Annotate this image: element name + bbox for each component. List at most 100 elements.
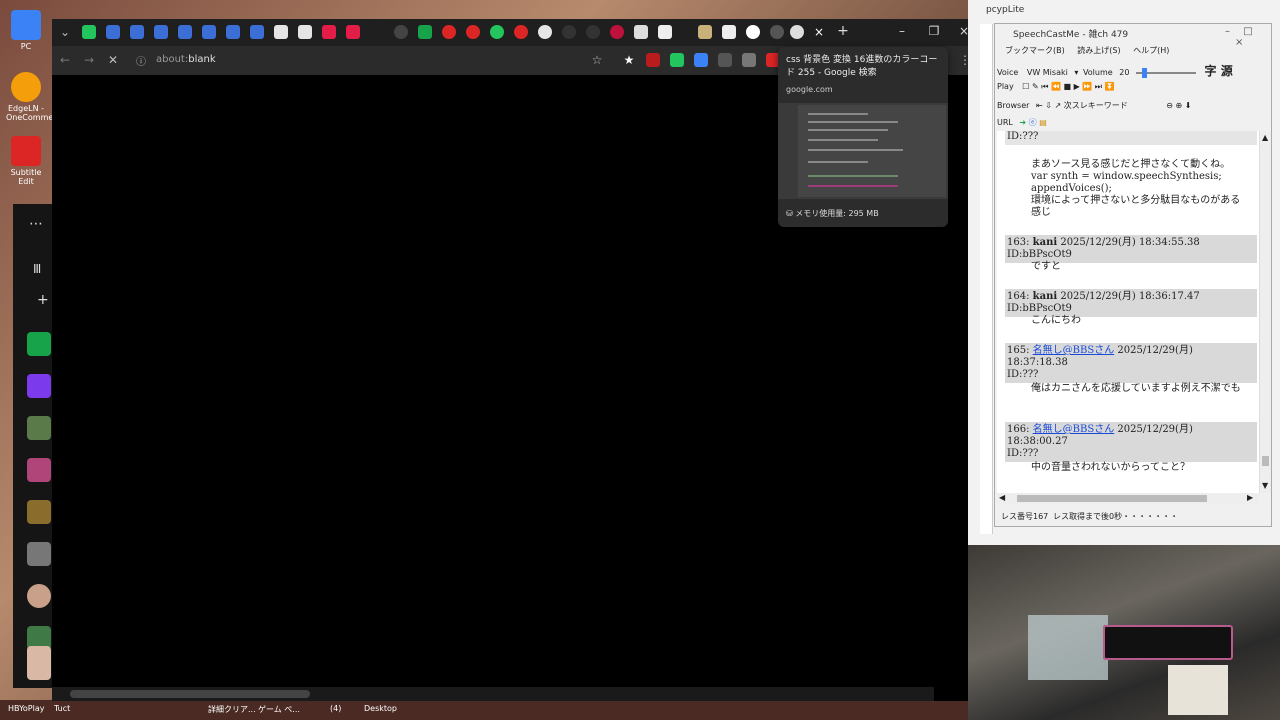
- desktop-icon-onecomme[interactable]: EdgeLN - OneComme: [6, 72, 53, 122]
- tab-favicon[interactable]: [178, 25, 192, 39]
- maximize-icon[interactable]: ❐: [926, 24, 942, 38]
- app-thumbnail-icon[interactable]: [27, 416, 51, 440]
- favorites-app-icon[interactable]: [27, 374, 51, 398]
- tab-favicon[interactable]: [274, 25, 288, 39]
- bookmarks-icon[interactable]: ★: [622, 53, 636, 67]
- post-number[interactable]: 164:: [1007, 291, 1029, 302]
- tab-favicon[interactable]: [586, 25, 600, 39]
- edit-icon[interactable]: ✎: [1032, 82, 1039, 91]
- scroll-right-icon[interactable]: ▶: [1247, 493, 1253, 502]
- menu-read[interactable]: 読み上げ(S): [1077, 46, 1120, 55]
- tab-favicon[interactable]: [226, 25, 240, 39]
- tab-favicon[interactable]: [130, 25, 144, 39]
- desktop-icon-pc[interactable]: PC: [6, 10, 46, 51]
- bookmark-star-icon[interactable]: ☆: [590, 53, 604, 67]
- volume-thumb[interactable]: [1141, 67, 1147, 78]
- tab-favicon[interactable]: [322, 25, 336, 39]
- tab-search-icon[interactable]: ⌄: [58, 25, 72, 39]
- volume-slider[interactable]: [1135, 67, 1196, 78]
- tab-favicon[interactable]: [658, 25, 672, 39]
- bookmark-app-icon[interactable]: [27, 332, 51, 356]
- forward-icon[interactable]: →: [82, 53, 96, 67]
- library-icon[interactable]: Ⅲ: [33, 262, 41, 276]
- tab-favicon[interactable]: [154, 25, 168, 39]
- tray-item[interactable]: Desktop: [364, 704, 397, 713]
- tab-favicon[interactable]: [538, 25, 552, 39]
- tab-favicon[interactable]: [202, 25, 216, 39]
- stop-icon[interactable]: ■: [1063, 82, 1071, 91]
- tab-favicon[interactable]: [442, 25, 456, 39]
- app-thumbnail-icon[interactable]: [27, 458, 51, 482]
- tab-favicon[interactable]: [770, 25, 784, 39]
- scroll-up-icon[interactable]: ▲: [1262, 133, 1268, 142]
- add-icon[interactable]: +: [37, 292, 49, 308]
- post-name-link[interactable]: 名無し@BBSさん: [1033, 424, 1115, 435]
- pcyplite-channel-list[interactable]: [980, 24, 993, 534]
- extension-icon[interactable]: [718, 53, 732, 67]
- tab-favicon[interactable]: [82, 25, 96, 39]
- new-tab-icon[interactable]: +: [836, 24, 850, 38]
- scroll-left-icon[interactable]: ◀: [999, 493, 1005, 502]
- download-icon[interactable]: ⬇: [1185, 101, 1192, 110]
- tab-favicon[interactable]: [298, 25, 312, 39]
- minimize-icon[interactable]: –: [894, 24, 910, 38]
- tab-favicon[interactable]: [106, 25, 120, 39]
- scroll-down-icon[interactable]: ▼: [1262, 481, 1268, 490]
- rewind-icon[interactable]: ⏮: [1041, 82, 1048, 91]
- tab-favicon[interactable]: [722, 25, 736, 39]
- thread-view[interactable]: ID:??? まあソース見る感じだと押さなくて動くね。 var synth = …: [997, 131, 1259, 493]
- tab-favicon[interactable]: [394, 25, 408, 39]
- more-icon[interactable]: ⋯: [29, 216, 43, 232]
- tab-favicon[interactable]: [562, 25, 576, 39]
- extension-icon[interactable]: [742, 53, 756, 67]
- tab-favicon[interactable]: [466, 25, 480, 39]
- tray-item[interactable]: 詳細クリア...: [208, 704, 256, 715]
- extension-icon[interactable]: [694, 53, 708, 67]
- app-thumbnail-icon[interactable]: [27, 500, 51, 524]
- nav-first-icon[interactable]: ⇤: [1036, 101, 1043, 110]
- tab-favicon[interactable]: [698, 25, 712, 39]
- extension-icon[interactable]: [646, 53, 660, 67]
- close-window-icon[interactable]: ×: [1235, 37, 1243, 48]
- desktop-icon-subtitle-edit[interactable]: Subtitle Edit: [6, 136, 46, 186]
- back-icon[interactable]: ←: [58, 53, 72, 67]
- play-icon[interactable]: ▶: [1074, 82, 1080, 91]
- folder-icon[interactable]: ▤: [1039, 118, 1047, 127]
- voice-select[interactable]: VW Misaki: [1027, 68, 1068, 77]
- horizontal-scrollbar[interactable]: [52, 687, 934, 701]
- tab-favicon[interactable]: [610, 25, 624, 39]
- skip-end-icon[interactable]: ⏭: [1095, 82, 1102, 91]
- scrollbar-thumb[interactable]: [70, 690, 310, 698]
- tray-item[interactable]: (4): [330, 704, 341, 713]
- tab-favicon[interactable]: [346, 25, 360, 39]
- go-arrow-icon[interactable]: ➔: [1019, 118, 1026, 127]
- tray-item[interactable]: Tuct: [54, 704, 70, 713]
- tab-favicon[interactable]: [634, 25, 648, 39]
- nav-forward-icon[interactable]: ↗: [1054, 101, 1061, 110]
- fast-forward-icon[interactable]: ⏩: [1082, 82, 1092, 91]
- previous-icon[interactable]: ⏪: [1051, 82, 1061, 91]
- close-tab-icon[interactable]: ×: [812, 25, 826, 39]
- app-thumbnail-icon[interactable]: [27, 542, 51, 566]
- thread-horizontal-scrollbar[interactable]: ◀ ▶: [997, 493, 1259, 504]
- tab-favicon[interactable]: [250, 25, 264, 39]
- download-icon[interactable]: ⏬: [1105, 82, 1115, 91]
- zoom-out-icon[interactable]: ⊖: [1166, 101, 1173, 110]
- tab-favicon[interactable]: [514, 25, 528, 39]
- info-icon[interactable]: ⓘ: [136, 53, 146, 68]
- active-tab-favicon[interactable]: [790, 25, 804, 39]
- tray-item[interactable]: ゲーム ペ...: [258, 704, 300, 715]
- next-thread-keyword[interactable]: 次スレキーワード: [1064, 101, 1128, 110]
- thread-vertical-scrollbar[interactable]: ▲ ▼: [1259, 131, 1271, 493]
- extension-icon[interactable]: [670, 53, 684, 67]
- stop-loading-icon[interactable]: ✕: [106, 53, 120, 67]
- post-name-link[interactable]: 名無し@BBSさん: [1033, 345, 1115, 356]
- font-toggle[interactable]: 字 源: [1205, 64, 1233, 78]
- minimize-icon[interactable]: –: [1225, 26, 1230, 37]
- tray-item[interactable]: HBYoPlay: [8, 704, 44, 713]
- checkbox-icon[interactable]: ☐: [1022, 82, 1029, 91]
- app-thumbnail-icon[interactable]: [27, 646, 51, 680]
- scrollbar-thumb[interactable]: [1262, 456, 1269, 466]
- tab-favicon[interactable]: [418, 25, 432, 39]
- avatar[interactable]: [27, 584, 51, 608]
